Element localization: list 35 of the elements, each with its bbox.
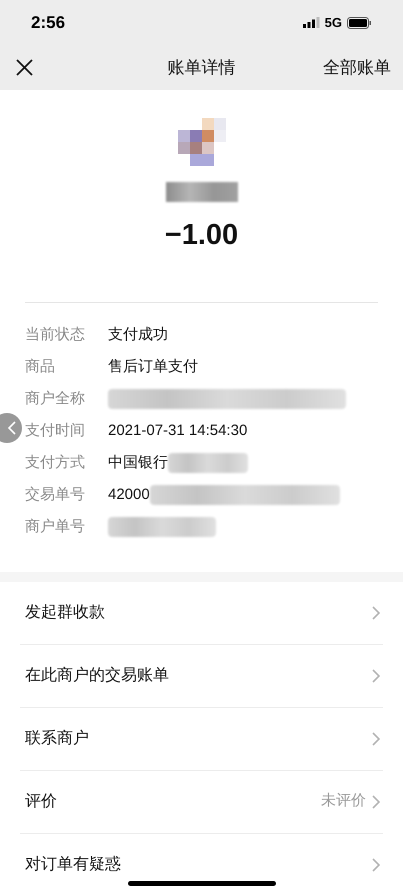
status-time: 2:56 [31, 12, 66, 34]
chevron-right-icon [372, 794, 380, 808]
signal-icon [302, 17, 320, 28]
rating-status: 未评价 [321, 791, 366, 812]
detail-value: 支付成功 [108, 324, 168, 345]
menu-row[interactable]: 发起群收款 [20, 582, 383, 644]
amount: −1.00 [164, 218, 238, 253]
chevron-left-icon [6, 420, 16, 434]
detail-value: 售后订单支付 [108, 356, 198, 377]
chevron-right-icon [372, 668, 380, 682]
close-button[interactable] [14, 58, 34, 78]
detail-label: 商户单号 [25, 516, 86, 537]
detail-label: 交易单号 [25, 484, 86, 505]
battery-icon [347, 16, 372, 28]
detail-label: 商品 [25, 356, 56, 377]
redacted-name [166, 182, 238, 202]
detail-label: 当前状态 [25, 324, 86, 345]
page-title: 账单详情 [168, 56, 236, 79]
detail-value: 中国银行 [108, 452, 168, 473]
close-icon [16, 59, 32, 76]
menu-row[interactable]: 联系商户 [20, 708, 383, 770]
chevron-right-icon [372, 858, 380, 872]
back-float-button[interactable] [0, 412, 22, 442]
detail-value: 2021-07-31 14:54:30 [108, 420, 248, 441]
detail-value: 42000 [108, 484, 150, 505]
detail-label: 支付时间 [25, 420, 86, 441]
detail-label: 商户全称 [25, 388, 86, 409]
network-label: 5G [324, 14, 342, 32]
detail-label: 支付方式 [25, 452, 86, 473]
all-bills-link[interactable]: 全部账单 [323, 54, 391, 80]
menu-row[interactable]: 对订单有疑惑 [20, 834, 383, 890]
menu-row[interactable]: 在此商户的交易账单 [20, 644, 383, 708]
menu-row[interactable]: 评价 未评价 [20, 770, 383, 834]
chevron-right-icon [372, 606, 380, 620]
chevron-right-icon [372, 732, 380, 746]
